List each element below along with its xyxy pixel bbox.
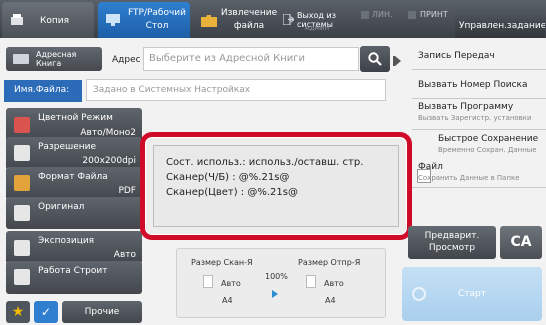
monitor-icon — [106, 14, 120, 26]
tab-ftp-label-1: FTP/Рабочий — [128, 8, 186, 18]
usage-title: Сост. использ.: использ./оставш. стр. — [166, 157, 364, 168]
preview-label-2: Просмотр — [428, 243, 476, 253]
call-program-link[interactable]: Вызвать Программу Вызвать Зарегистр. уст… — [412, 100, 546, 130]
address-book-button[interactable]: Адресная Книга — [6, 47, 102, 71]
tab-extract-label-2: файла — [233, 21, 265, 31]
exposure-value: Авто — [113, 250, 136, 260]
exposure-label: Экспозиция — [38, 236, 95, 246]
file-format-value: PDF — [118, 186, 136, 196]
original-button[interactable]: Оригинал — [6, 197, 142, 229]
favorites-button[interactable]: ★ — [6, 301, 30, 323]
job-build-label: Работа Строит — [38, 266, 108, 276]
star-icon: ★ — [11, 304, 25, 320]
quick-save-label: Быстрое Сохранение — [438, 134, 539, 144]
check-button[interactable]: ✓ — [34, 301, 58, 323]
exposure-button[interactable]: Экспозиция Авто — [6, 231, 142, 264]
other-button[interactable]: Прочие — [62, 301, 142, 323]
send-size-mode[interactable]: Авто — [324, 279, 344, 288]
exposure-icon — [14, 240, 30, 256]
call-program-sub: Вызвать Зарегистр. установки — [418, 114, 532, 122]
folder-icon — [201, 14, 217, 27]
resolution-label: Разрешение — [38, 142, 97, 152]
color-mode-label: Цветной Режим — [38, 113, 113, 123]
address-book-icon — [13, 54, 29, 64]
original-label: Оригинал — [38, 202, 85, 212]
ratio-value: 100% — [265, 272, 288, 281]
original-icon — [14, 205, 30, 221]
job-build-button[interactable]: Работа Строит — [6, 261, 142, 294]
send-size-label: Размер Отпр-Я — [298, 258, 361, 267]
logout-icon — [283, 14, 294, 25]
job-build-icon — [14, 269, 30, 285]
file-save-label: Файл — [418, 162, 443, 172]
scan-size-mode[interactable]: Авто — [221, 279, 241, 288]
send-paper-size: А4 — [325, 296, 336, 305]
usage-scanner-bw: Сканер(Ч/Б) : @%.21s@ — [166, 172, 290, 183]
tab-ftp-label-2: Стол — [145, 21, 169, 31]
search-button[interactable] — [360, 46, 390, 72]
admin-label: Админ — [305, 24, 330, 32]
usage-dialog-body: Сост. использ.: использ./оставш. стр. Ск… — [153, 145, 399, 227]
arrow-right-icon — [272, 290, 278, 298]
start-icon — [412, 287, 426, 301]
tab-ftp-desktop[interactable]: FTP/Рабочий Стол — [98, 2, 190, 38]
resolution-value: 200x200dpi — [82, 156, 136, 166]
search-icon — [368, 52, 382, 66]
send-page-icon — [306, 275, 316, 288]
preview-button[interactable]: Предварит. Просмотр — [408, 226, 496, 259]
address-label: Адрес — [112, 55, 141, 65]
filename-input[interactable]: Задано в Системных Настройках — [86, 79, 386, 101]
start-label: Старт — [458, 289, 486, 299]
tab-copy-label: Копия — [40, 16, 70, 26]
file-format-icon — [14, 175, 30, 191]
tab-extract-file[interactable]: Извлечение файла — [193, 2, 281, 38]
preview-label-1: Предварит. — [424, 231, 480, 241]
resolution-icon — [14, 145, 30, 161]
file-save-link[interactable]: Файл Сохранить Данные в Папке — [412, 160, 546, 188]
print-status-label: ПРИНТ — [420, 10, 448, 19]
tab-extract-label-1: Извлечение — [220, 8, 278, 18]
quick-save-link[interactable]: Быстрое Сохранение Временно Сохран. Данн… — [412, 132, 546, 160]
job-status-button[interactable]: Управлен.заданием — [455, 14, 545, 38]
color-mode-icon — [14, 117, 30, 133]
filename-label: Имя.Файла: — [4, 80, 82, 102]
call-program-label: Вызвать Программу — [418, 102, 514, 112]
file-format-button[interactable]: Формат Файла PDF — [6, 167, 142, 200]
scan-size-label: Размер Скан-Я — [191, 258, 253, 267]
checkmark-icon: ✓ — [40, 305, 52, 319]
tab-copy[interactable]: Копия — [2, 2, 94, 38]
resolution-button[interactable]: Разрешение 200x200dpi — [6, 137, 142, 170]
clear-all-button[interactable]: CA — [500, 226, 542, 259]
panel-toggle-icon[interactable] — [395, 56, 401, 66]
usage-dialog: Сост. использ.: использ./оставш. стр. Ск… — [140, 132, 412, 240]
scan-page-icon — [203, 275, 213, 288]
copy-icon — [10, 14, 24, 26]
file-save-sub: Сохранить Данные в Папке — [418, 174, 520, 182]
logout-button[interactable]: Выход из системы Админ — [283, 4, 365, 34]
send-history-link[interactable]: Запись Передач — [412, 48, 546, 70]
search-number-link[interactable]: Вызвать Номер Поиска — [412, 77, 546, 99]
usage-scanner-color: Сканер(Цвет) : @%.21s@ — [166, 187, 298, 198]
file-format-label: Формат Файла — [38, 172, 108, 182]
line-status-label: ЛИН. — [372, 10, 393, 19]
print-indicator-icon — [408, 11, 416, 19]
quick-save-sub: Временно Сохран. Данные — [438, 146, 537, 154]
scan-paper-size: А4 — [222, 296, 233, 305]
address-book-label: Адресная Книга — [36, 50, 77, 68]
line-indicator-icon — [361, 11, 369, 19]
address-input[interactable]: Выберите из Адресной Книги — [143, 47, 359, 71]
start-button[interactable]: Старт — [402, 267, 542, 321]
